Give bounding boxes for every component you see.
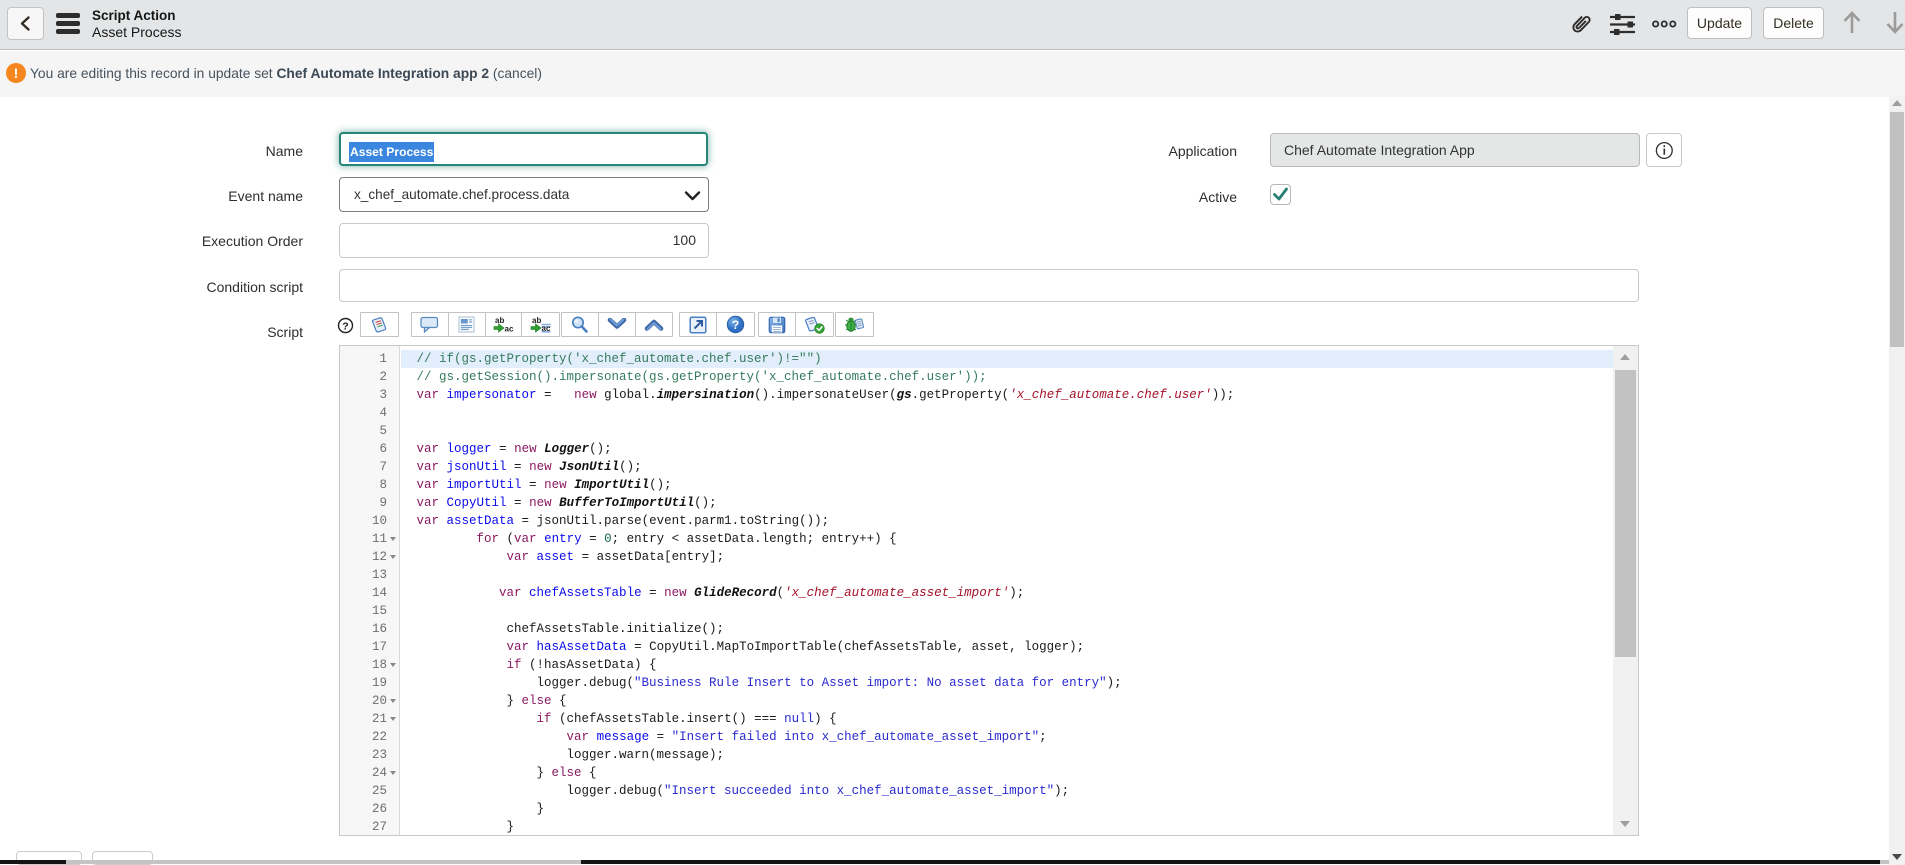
svg-text:ac: ac <box>542 324 551 333</box>
svg-text:?: ? <box>732 318 739 332</box>
svg-text:ab: ab <box>495 316 504 325</box>
svg-text:ac: ac <box>505 325 514 334</box>
svg-text:ab: ab <box>532 316 541 325</box>
svg-text:?: ? <box>342 320 348 332</box>
